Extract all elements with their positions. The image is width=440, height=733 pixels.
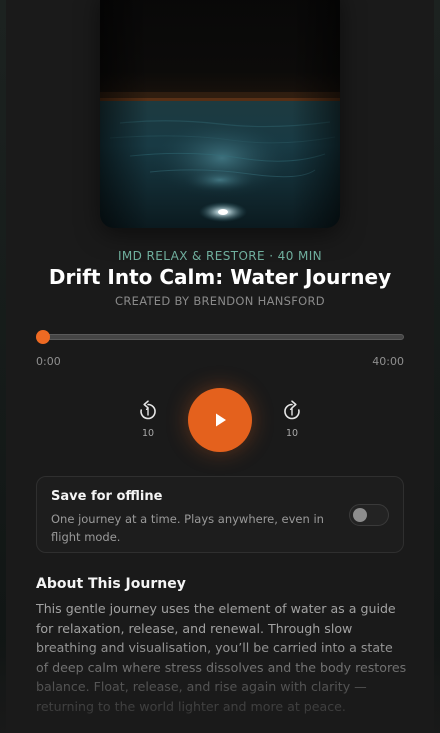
offline-card: Save for offline One journey at a time. … xyxy=(36,476,404,553)
play-icon xyxy=(216,413,226,427)
about-heading: About This Journey xyxy=(36,576,186,592)
total-duration: 40:00 xyxy=(372,355,404,368)
play-button[interactable] xyxy=(188,388,252,452)
playback-progress-slider[interactable] xyxy=(36,330,404,344)
about-description: This gentle journey uses the element of … xyxy=(36,601,407,714)
water-horizon-image xyxy=(100,0,340,228)
skip-forward-label: 10 xyxy=(285,428,299,439)
skip-back-button[interactable]: 10 xyxy=(134,400,162,439)
offline-description: One journey at a time. Plays anywhere, e… xyxy=(51,512,324,544)
skip-forward-button[interactable]: 10 xyxy=(278,400,306,439)
skip-back-label: 10 xyxy=(141,428,155,439)
rewind-10-icon xyxy=(140,400,156,420)
journey-category: IMD RELAX & RESTORE · 40 MIN xyxy=(117,249,323,263)
forward-10-icon xyxy=(284,400,300,420)
elapsed-time: 0:00 xyxy=(36,355,61,368)
journey-player-screen: IMD RELAX & RESTORE · 40 MIN Drift Into … xyxy=(0,0,440,733)
background-edge-left xyxy=(0,0,6,733)
journey-creator: CREATED BY BRENDON HANSFORD xyxy=(115,294,325,308)
offline-toggle[interactable] xyxy=(349,504,389,526)
offline-title: Save for offline xyxy=(51,489,163,504)
toggle-knob xyxy=(353,508,367,522)
playback-controls: 10 10 xyxy=(0,386,440,456)
progress-track xyxy=(40,334,404,340)
background-edge-right xyxy=(434,0,440,733)
journey-artwork xyxy=(100,0,340,228)
progress-thumb[interactable] xyxy=(36,330,50,344)
journey-title: Drift Into Calm: Water Journey xyxy=(48,265,392,289)
